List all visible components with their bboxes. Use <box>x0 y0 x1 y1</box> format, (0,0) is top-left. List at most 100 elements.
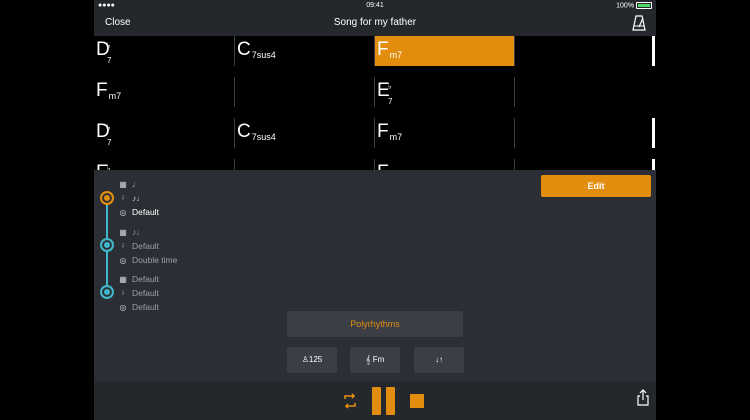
timeline-entry-label: Double time <box>132 255 178 265</box>
chord-root: F <box>377 39 389 60</box>
chord-cell[interactable] <box>515 118 655 148</box>
chord-quality: m7 <box>389 50 403 60</box>
barline <box>652 36 655 66</box>
chord-quality: 7sus4 <box>251 50 276 60</box>
chord-quality: 7sus4 <box>251 132 276 142</box>
chord-root: C <box>237 121 251 142</box>
timeline-entry[interactable]: ᛍ ♪♩ <box>118 192 145 204</box>
chord-cell[interactable]: Fm7 <box>375 118 515 148</box>
chord-symbol: Fm7 <box>377 122 402 147</box>
treble-clef-icon: 𝄞 <box>365 355 373 364</box>
chord-cell[interactable]: D ♭ 7 <box>94 36 234 66</box>
chord-cell[interactable]: F <box>375 159 515 171</box>
chord-quality: 7 <box>388 97 393 106</box>
metronome-icon: ♙ <box>301 355 309 364</box>
chord-cell[interactable]: D ♭ 7 <box>94 118 234 148</box>
beat-divider <box>514 36 515 66</box>
chord-cell[interactable] <box>235 159 375 170</box>
chord-cell[interactable] <box>515 159 655 170</box>
clock: 09:41 <box>366 2 384 9</box>
chord-symbol: E♭ <box>96 163 111 171</box>
chord-symbol: C7sus4 <box>237 122 276 147</box>
timeline-entry-label: Default <box>132 207 159 217</box>
tempo-value: 125 <box>308 355 323 364</box>
key-button[interactable]: 𝄞 Fm <box>350 347 400 373</box>
status-bar: ●●●● 09:41 100% <box>94 0 656 12</box>
timeline-entry[interactable]: ▦ Default <box>118 273 159 285</box>
chord-cell[interactable]: C7sus4 <box>235 36 375 66</box>
chord-symbol: F <box>377 163 389 171</box>
timeline-entry[interactable]: ᛍ Default <box>118 240 159 252</box>
timeline-entry-label: ♪♩ <box>132 193 145 203</box>
piano-icon: ▦ <box>119 275 127 284</box>
chord-cell[interactable]: Fm7 <box>375 36 515 66</box>
chord-root: F <box>96 80 108 101</box>
chord-symbol: Fm7 <box>377 40 402 65</box>
timeline-entry-label: Default <box>132 274 159 284</box>
timeline-entry[interactable]: ▦ ♩ <box>118 178 140 190</box>
timeline-node[interactable] <box>100 285 114 299</box>
mixer-icon: ↓↑ <box>435 355 443 364</box>
chord-cell[interactable] <box>235 77 375 107</box>
chord-symbol: Fm7 <box>96 81 121 106</box>
pause-bar-left <box>372 387 381 415</box>
beat-divider <box>234 118 235 148</box>
beat-divider <box>234 36 235 66</box>
key-value: Fm <box>372 355 385 364</box>
beat-divider <box>514 118 515 148</box>
thermometer-icon: ᛍ <box>120 194 126 203</box>
barline <box>652 159 655 170</box>
timeline-entry-label: Default <box>132 288 159 298</box>
battery-indicator: 100% <box>616 2 652 9</box>
edit-button[interactable]: Edit <box>541 175 651 197</box>
timeline-node[interactable] <box>100 191 114 205</box>
chord-symbol: E ♭ 7 <box>377 81 392 107</box>
app-window: ●●●● 09:41 100% Close Song for my father… <box>94 0 656 420</box>
chord-cell[interactable]: E ♭ 7 <box>375 77 515 107</box>
drum-icon: ◎ <box>119 256 127 265</box>
timeline-entry[interactable]: ◎ Default <box>118 301 159 313</box>
pause-button[interactable] <box>372 387 396 415</box>
polyrhythms-button[interactable]: Polyrhythms <box>287 311 463 337</box>
chord-cell[interactable]: C7sus4 <box>235 118 375 148</box>
barline <box>652 118 655 148</box>
metronome-icon[interactable] <box>632 15 646 31</box>
chord-cell[interactable] <box>515 77 655 107</box>
chord-symbol: D ♭ 7 <box>96 122 111 148</box>
beat-divider <box>374 159 375 170</box>
beat-divider <box>374 118 375 148</box>
transport-bar <box>94 382 656 420</box>
piano-icon: ▦ <box>119 228 127 237</box>
chord-root: C <box>237 39 251 60</box>
beat-divider <box>234 77 235 107</box>
beat-divider <box>514 159 515 170</box>
timeline-node[interactable] <box>100 238 114 252</box>
thermometer-icon: ᛍ <box>120 289 126 298</box>
stop-button[interactable] <box>410 394 424 408</box>
chord-grid: D♭7C7sus4Fm7Fm7E♭7D♭7C7sus4Fm7E♭F <box>94 36 656 170</box>
chord-symbol: C7sus4 <box>237 40 276 65</box>
piano-icon: ▦ <box>119 180 127 189</box>
timeline-entry[interactable]: ◎ Default <box>118 206 159 218</box>
chord-cell[interactable]: Fm7 <box>94 77 234 107</box>
tempo-button[interactable]: ♙125 <box>287 347 337 373</box>
timeline-entry[interactable]: ◎ Double time <box>118 254 178 266</box>
timeline-entry[interactable]: ▦ ♪♩ <box>118 226 145 238</box>
timeline-entry-label: Default <box>132 302 159 312</box>
thermometer-icon: ᛍ <box>120 242 126 251</box>
chord-quality: 7 <box>107 56 112 65</box>
beat-divider <box>374 77 375 107</box>
chord-cell[interactable]: E♭ <box>94 159 234 171</box>
battery-percent: 100% <box>616 2 635 10</box>
chord-quality: 7 <box>107 138 112 147</box>
beat-divider <box>374 36 375 66</box>
chord-symbol: D ♭ 7 <box>96 40 111 66</box>
drum-icon: ◎ <box>119 208 127 217</box>
chord-cell[interactable] <box>515 36 655 66</box>
beat-divider <box>514 77 515 107</box>
loop-icon[interactable] <box>342 392 358 410</box>
battery-icon <box>636 2 652 9</box>
mixer-button[interactable]: ↓↑ <box>414 347 464 373</box>
share-icon[interactable] <box>636 389 650 407</box>
timeline-entry[interactable]: ᛍ Default <box>118 287 159 299</box>
